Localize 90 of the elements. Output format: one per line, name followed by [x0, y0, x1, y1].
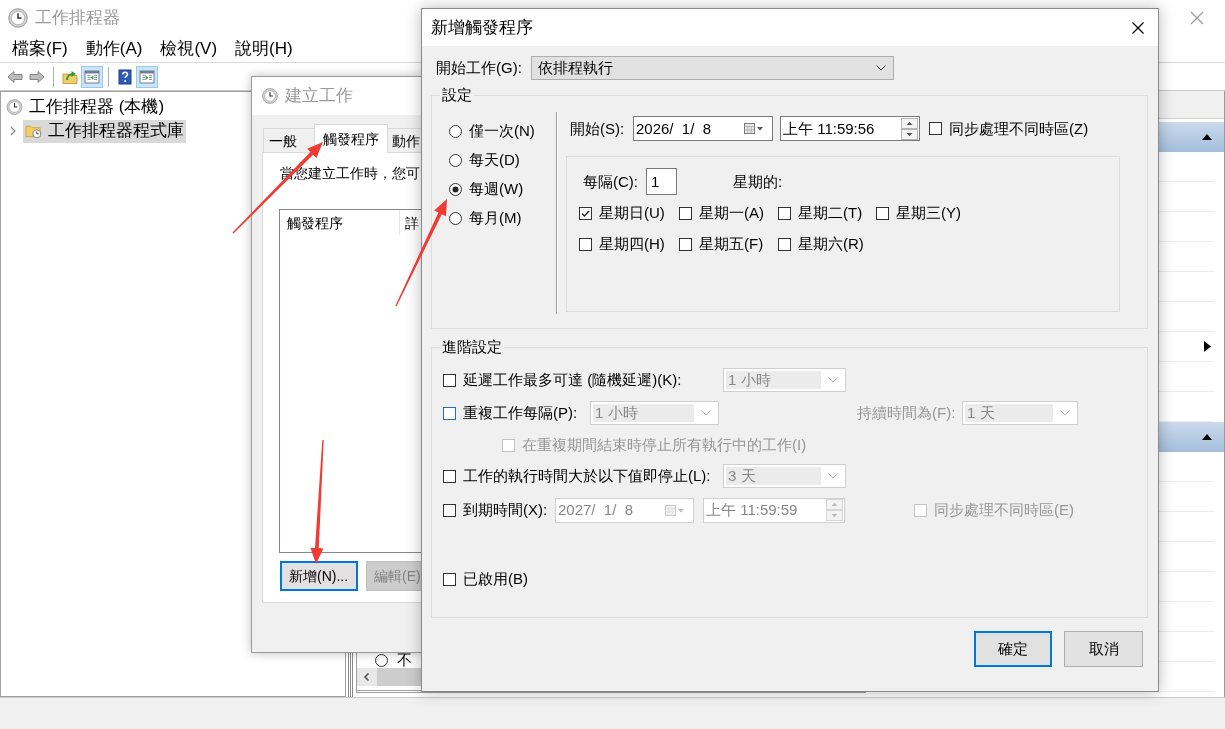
radio-button[interactable] [449, 153, 462, 167]
pane-toggle-icon [84, 68, 100, 85]
checkbox[interactable] [443, 469, 456, 483]
group-title: 進階設定 [441, 337, 503, 357]
radio-label: 僅一次(N) [469, 121, 535, 141]
add-button[interactable]: 新增(N)... [280, 561, 358, 591]
chevron-down-icon [828, 473, 838, 479]
tab[interactable]: 一般 [263, 128, 316, 152]
collapse-arrow-icon[interactable] [1202, 134, 1212, 140]
spin-down-button[interactable] [901, 128, 918, 140]
checkbox-label: 重複工作每隔(P): [463, 403, 578, 423]
checkbox[interactable] [443, 373, 456, 387]
trigger-list[interactable]: 觸發程序 詳 [279, 209, 424, 553]
checkbox-label: 延遲工作最多可達 (隨機延遲)(K): [463, 370, 682, 390]
interval-field[interactable]: 1 [646, 168, 677, 195]
checkbox[interactable] [579, 237, 592, 251]
checkbox-label: 星期六(R) [798, 234, 864, 254]
back-arrow-icon [7, 68, 23, 85]
group-title: 設定 [441, 85, 473, 105]
checkbox-label: 工作的執行時間大於以下值即停止(L): [463, 466, 711, 486]
field-label: 每隔(C): [583, 171, 639, 192]
close-icon[interactable] [1132, 21, 1144, 34]
checkbox-label: 星期五(F) [699, 234, 764, 254]
radio-button[interactable] [449, 211, 462, 225]
checkbox[interactable] [679, 206, 692, 220]
checkbox[interactable] [778, 237, 791, 251]
checkbox-label: 星期二(T) [798, 203, 863, 223]
chevron-down-icon [828, 377, 838, 383]
chevron-down-icon [876, 64, 886, 71]
radio-button[interactable] [449, 124, 462, 138]
checkbox-label: 同步處理不同時區(Z) [949, 118, 1089, 139]
menu-item[interactable]: 檢視(V) [151, 38, 227, 60]
cancel-button[interactable]: 取消 [1064, 631, 1143, 667]
forward-arrow-icon [29, 68, 45, 85]
time-field[interactable]: 上午 11:59:56 [780, 116, 920, 141]
checkbox[interactable] [443, 572, 456, 586]
checkbox-label: 星期日(U) [599, 203, 665, 223]
radio-label: 不 [397, 652, 412, 668]
chevron-down-icon [701, 410, 711, 416]
checkbox-label: 星期一(A) [699, 203, 764, 223]
checkbox-label: 星期三(Y) [896, 203, 961, 223]
field-label: 持續時間為(F): [857, 403, 957, 423]
ok-button[interactable]: 確定 [974, 631, 1052, 667]
checkbox-label: 同步處理不同時區(E) [934, 500, 1074, 520]
checkbox[interactable] [443, 503, 456, 517]
checkbox[interactable] [929, 122, 942, 135]
checkbox-label: 已啟用(B) [463, 569, 528, 589]
checkbox[interactable] [876, 206, 889, 220]
checkbox-label: 到期時間(X): [463, 500, 548, 520]
clock-icon [8, 8, 28, 28]
checkbox[interactable] [579, 206, 592, 220]
collapse-arrow-icon[interactable] [1202, 434, 1212, 440]
checkbox-label: 星期四(H) [599, 234, 665, 254]
column-header[interactable]: 詳 [400, 210, 422, 235]
menu-item[interactable]: 動作(A) [76, 38, 152, 60]
tab[interactable]: 觸發程序 [314, 124, 388, 153]
pane-toggle-icon [139, 68, 155, 85]
scrollbar-thumb[interactable] [377, 668, 421, 686]
tree-item[interactable]: 工作排程器 (本機) [6, 95, 167, 119]
dialog-title: 新增觸發程序 [431, 16, 533, 39]
clock-icon [262, 88, 278, 104]
calendar-icon[interactable] [744, 123, 763, 134]
window-title: 工作排程器 [35, 7, 120, 29]
toolbar-button[interactable] [81, 65, 103, 88]
menu-item[interactable]: 說明(H) [226, 38, 302, 60]
help-icon [117, 68, 133, 85]
radio-button[interactable] [449, 182, 462, 196]
dialog-title: 建立工作 [285, 85, 353, 107]
folder-clock-icon [25, 123, 42, 139]
checkbox[interactable] [679, 237, 692, 251]
menu-item[interactable]: 檔案(F) [3, 38, 77, 60]
field-label: 開始工作(G): [436, 57, 523, 78]
chevron-down-icon [1060, 410, 1070, 416]
radio-label: 每週(W) [469, 179, 524, 199]
date-field[interactable]: 2026/ 1/ 8 [633, 116, 773, 141]
radio-label: 每天(D) [469, 150, 520, 170]
radio-button[interactable] [375, 653, 388, 667]
checkbox[interactable] [443, 406, 456, 420]
field-label: 開始(S): [569, 118, 626, 139]
spin-up-button[interactable] [901, 117, 918, 129]
toolbar-button[interactable] [136, 65, 158, 88]
column-header[interactable]: 觸發程序 [280, 210, 400, 235]
dropdown[interactable]: 依排程執行 [531, 55, 894, 80]
checkbox-label: 在重複期間結束時停止所有執行中的工作(I) [522, 435, 807, 455]
chevron-right-icon[interactable] [9, 126, 17, 136]
checkbox[interactable] [778, 206, 791, 220]
tree-item[interactable]: 工作排程器程式庫 [23, 119, 186, 143]
field-label: 星期的: [733, 171, 783, 192]
clock-icon [6, 99, 23, 115]
radio-label: 每月(M) [469, 208, 522, 228]
